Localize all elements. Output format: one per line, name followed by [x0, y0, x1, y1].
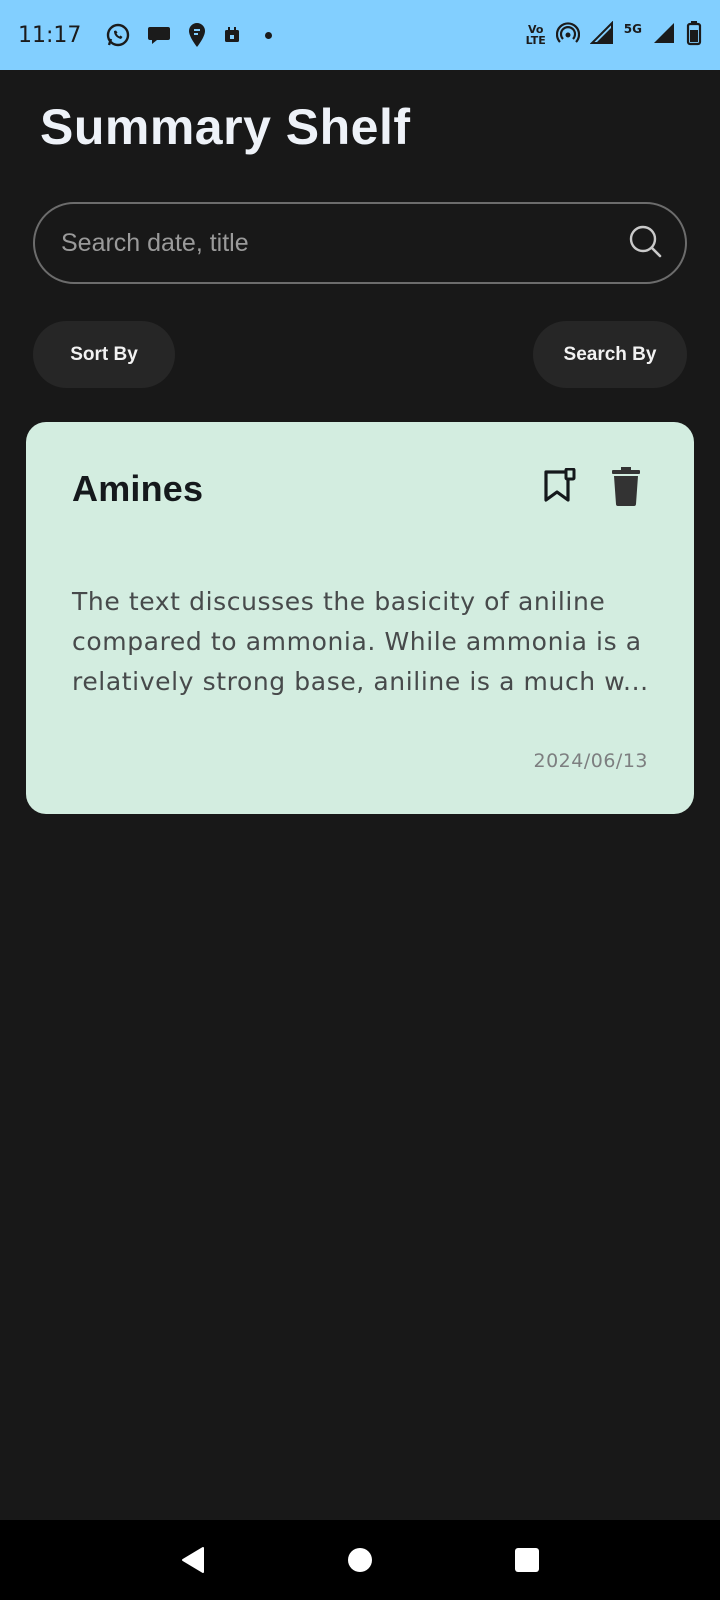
card-title: Amines [72, 468, 204, 509]
status-bar: 11:17 Vo LTE 5G [0, 0, 720, 70]
summary-card[interactable]: Amines The text discusses the basicity o… [26, 422, 694, 814]
notification-icons [105, 22, 273, 48]
signal-5g-icon [652, 21, 676, 50]
search-by-button[interactable]: Search By [533, 321, 687, 388]
sort-by-button[interactable]: Sort By [33, 321, 175, 388]
status-time: 11:17 [18, 22, 82, 48]
home-icon[interactable] [330, 1530, 390, 1590]
calendar-icon [223, 26, 241, 44]
search-icon[interactable] [627, 223, 663, 264]
signal-icon [589, 20, 614, 50]
page-title: Summary Shelf [40, 99, 411, 155]
navigation-bar [0, 1520, 720, 1600]
bookmark-icon[interactable] [542, 468, 578, 504]
recents-icon[interactable] [497, 1530, 557, 1590]
battery-icon [686, 20, 702, 51]
search-bar[interactable] [33, 202, 687, 284]
volte-icon: Vo LTE [525, 23, 546, 47]
whatsapp-icon [105, 22, 131, 48]
card-date: 2024/06/13 [533, 750, 648, 772]
back-icon[interactable] [163, 1530, 223, 1590]
location-pin-icon [187, 22, 207, 48]
more-notifications-dot [265, 31, 273, 39]
network-type-label: 5G [623, 22, 642, 36]
search-input[interactable] [61, 228, 627, 258]
chat-bubble-icon [147, 23, 171, 47]
app-screen: 11:17 Vo LTE 5G Summary Shelf Search dat… [0, 0, 720, 1600]
sort-by-label: Sort By [70, 343, 138, 365]
trash-icon[interactable] [610, 466, 642, 506]
search-by-label: Search By [563, 343, 657, 365]
card-summary: The text discusses the basicity of anili… [72, 587, 649, 696]
hotspot-icon [555, 21, 580, 50]
system-status-icons: Vo LTE 5G [526, 20, 702, 51]
card-actions [542, 466, 642, 506]
